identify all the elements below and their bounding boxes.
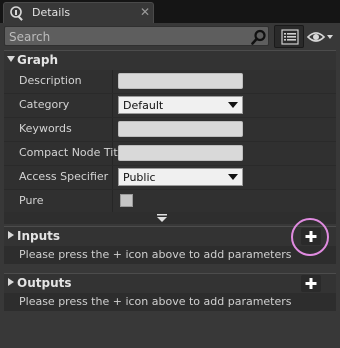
access-specifier-value: Public	[123, 171, 156, 184]
visibility-button[interactable]	[306, 26, 336, 48]
tab-title: Details	[32, 6, 71, 19]
close-icon[interactable]: ✕	[140, 5, 150, 19]
description-field[interactable]	[118, 73, 243, 89]
property-label: Compact Node Title	[19, 146, 119, 159]
property-label: Pure	[19, 194, 44, 207]
advanced-arrow-icon[interactable]	[157, 214, 167, 222]
search-row	[4, 25, 336, 48]
chevron-down-icon	[228, 174, 238, 180]
property-label: Category	[19, 98, 70, 111]
expand-arrow-icon[interactable]	[7, 56, 15, 62]
expand-arrow-icon[interactable]	[8, 231, 14, 239]
chevron-down-icon	[228, 102, 238, 108]
section-title: Graph	[17, 53, 58, 67]
graph-properties: Description Category Default Keywords Co…	[4, 70, 336, 212]
eye-icon	[306, 32, 333, 42]
advanced-expander[interactable]	[4, 212, 336, 224]
property-row-pure: Pure	[4, 190, 336, 214]
list-view-button[interactable]	[274, 25, 304, 48]
property-row-keywords: Keywords	[4, 118, 336, 142]
outputs-hint: Please press the + icon above to add par…	[19, 295, 292, 308]
property-row-compact-node-title: Compact Node Title	[4, 142, 336, 166]
access-specifier-dropdown[interactable]: Public	[118, 168, 243, 186]
inputs-section-header[interactable]: Inputs	[4, 226, 336, 246]
search-icon[interactable]	[251, 29, 267, 45]
details-info-icon	[10, 6, 23, 21]
property-row-access-specifier: Access Specifier Public	[4, 166, 336, 190]
property-label: Access Specifier	[19, 170, 109, 183]
add-output-button[interactable]	[301, 275, 321, 292]
graph-section-header[interactable]: Graph	[4, 50, 336, 70]
property-row-description: Description	[4, 70, 336, 94]
search-input[interactable]	[9, 29, 244, 44]
list-view-icon	[281, 29, 299, 45]
outputs-section-body: Please press the + icon above to add par…	[4, 293, 336, 311]
search-box[interactable]	[4, 26, 269, 46]
property-label: Keywords	[19, 122, 72, 135]
inputs-hint: Please press the + icon above to add par…	[19, 248, 292, 261]
expand-arrow-icon[interactable]	[8, 278, 14, 286]
details-panel: Graph Description Category Default Keywo…	[0, 23, 340, 348]
keywords-field[interactable]	[118, 121, 243, 137]
compact-node-title-field[interactable]	[118, 145, 243, 161]
pure-checkbox[interactable]	[120, 194, 133, 207]
category-value: Default	[123, 99, 164, 112]
section-title: Inputs	[17, 229, 61, 243]
details-tab[interactable]: Details ✕	[3, 2, 154, 23]
outputs-section-header[interactable]: Outputs	[4, 273, 336, 293]
category-dropdown[interactable]: Default	[118, 96, 243, 114]
property-row-category: Category Default	[4, 94, 336, 118]
section-title: Outputs	[17, 276, 72, 290]
highlight-circle	[291, 218, 329, 256]
tab-strip: Details ✕	[0, 0, 340, 23]
property-label: Description	[19, 74, 82, 87]
inputs-section-body: Please press the + icon above to add par…	[4, 246, 336, 264]
